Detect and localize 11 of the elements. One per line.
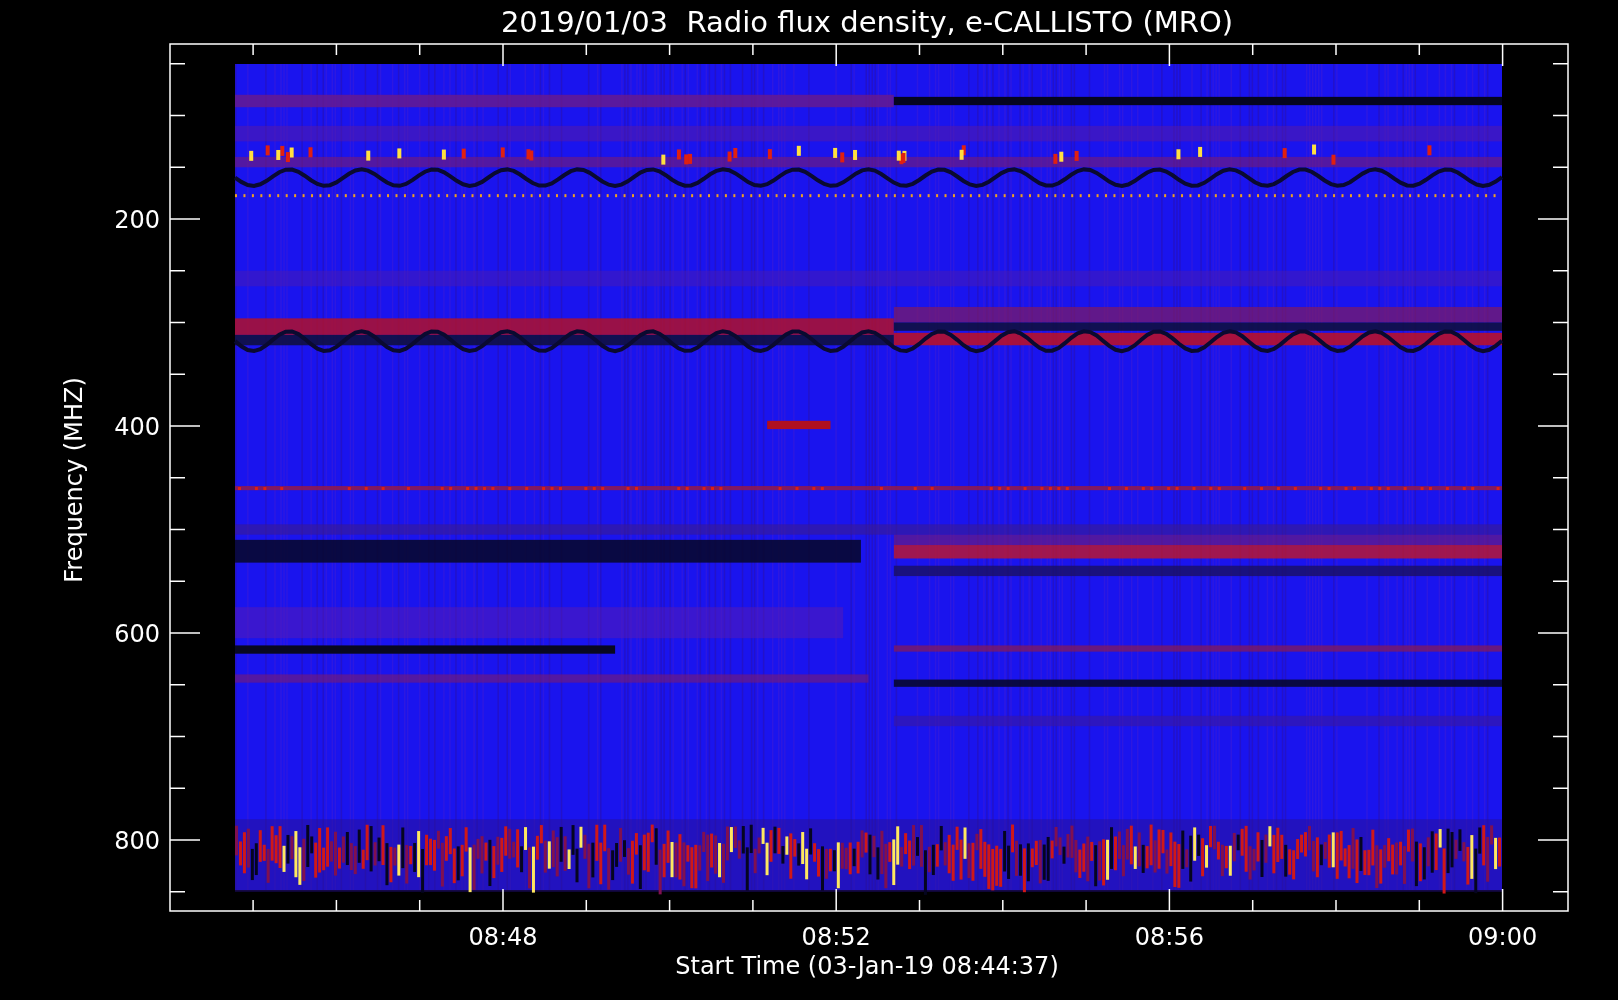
x-tick-label: 08:52 [801, 923, 871, 951]
y-tick-label: 800 [114, 827, 160, 855]
x-tick-label: 09:00 [1468, 923, 1538, 951]
y-tick-label: 200 [114, 206, 160, 234]
plot-title: 2019/01/03 Radio flux density, e-CALLISTO (MRO) [500, 5, 1234, 39]
x-axis-label: Start Time (03-Jan-19 08:44:37) [675, 952, 1059, 980]
y-tick-label: 400 [114, 413, 160, 441]
x-tick-label: 08:48 [468, 923, 538, 951]
x-tick-label: 08:56 [1134, 923, 1204, 951]
y-tick-label: 600 [114, 620, 160, 648]
y-axis-label: Frequency (MHZ) [60, 377, 88, 583]
